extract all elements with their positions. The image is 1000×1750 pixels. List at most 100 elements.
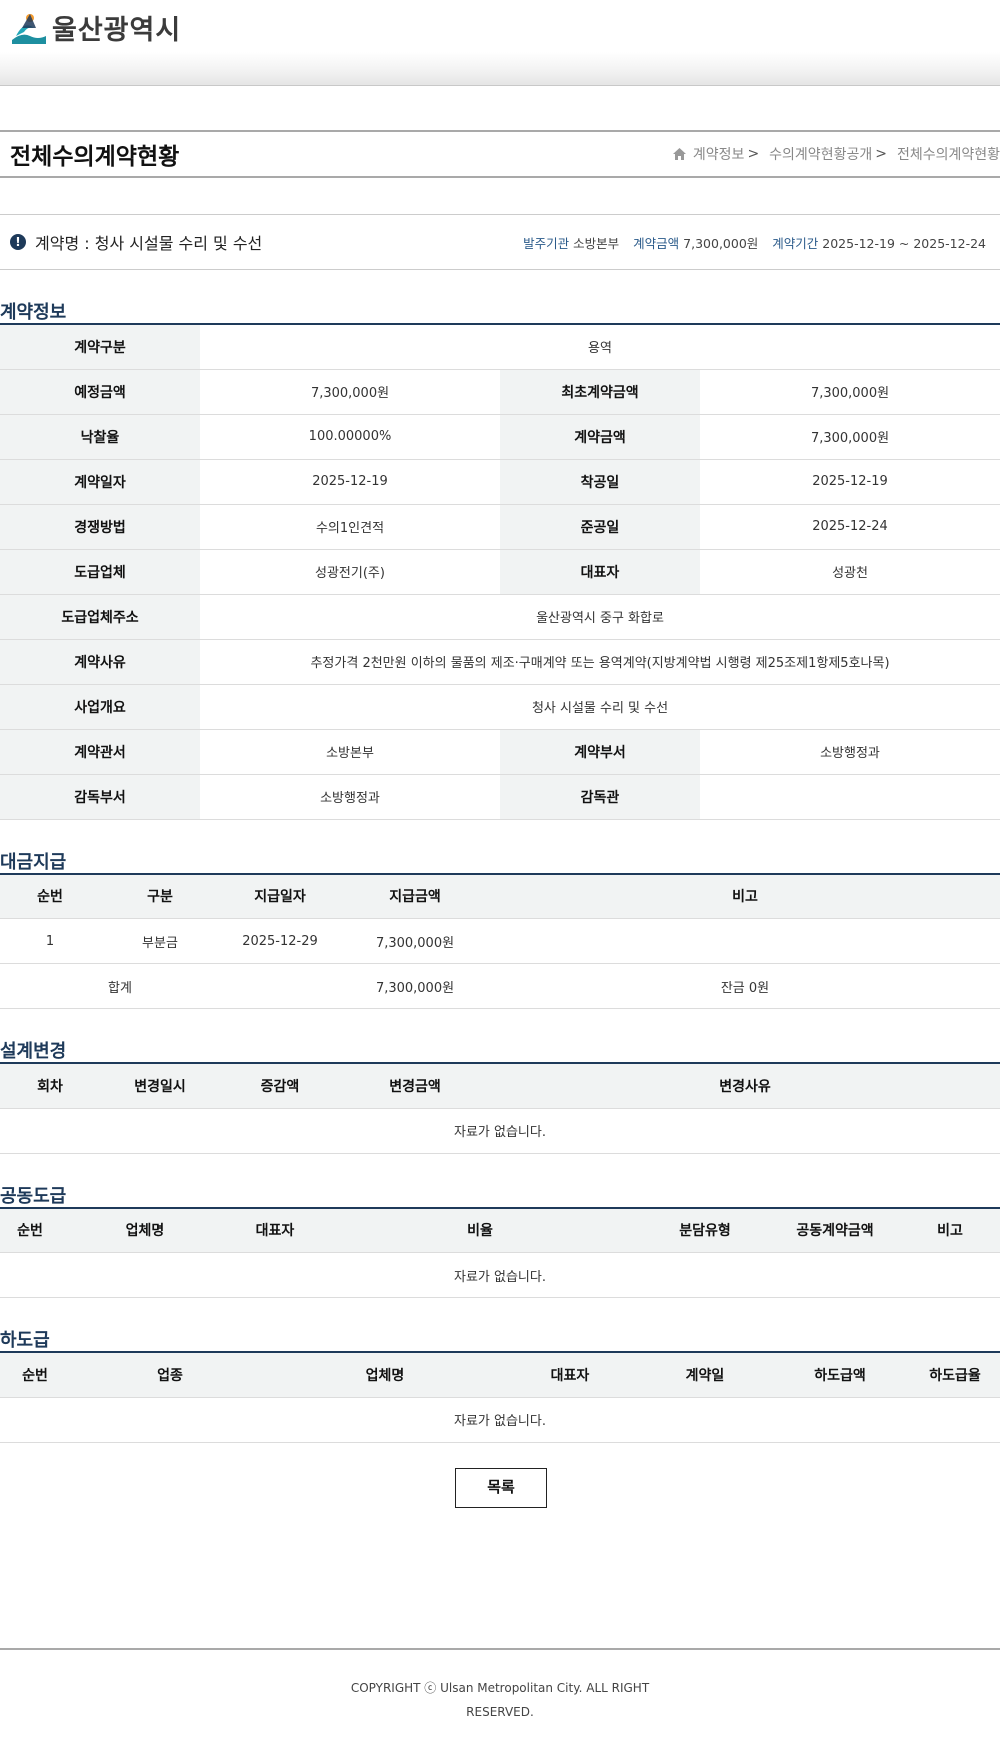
info-value: 7,300,000원 — [700, 369, 1000, 415]
breadcrumb-item-all-private-contract[interactable]: 전체수의계약현황 — [897, 144, 1000, 164]
info-value: 2025-12-19 — [200, 459, 500, 505]
column-header: 지급금액 — [340, 873, 490, 919]
info-label: 착공일 — [500, 459, 700, 505]
copyright-line-1: COPYRIGHT ⓒ Ulsan Metropolitan City. ALL… — [350, 1680, 650, 1695]
cell — [490, 918, 1000, 964]
table-header-row: 회차 변경일시 증감액 변경금액 변경사유 — [0, 1063, 1000, 1109]
section-title-payment: 대금지급 — [0, 851, 67, 873]
column-header: 변경일시 — [100, 1063, 220, 1109]
info-value: 소방행정과 — [200, 774, 500, 820]
total-row: 합계 7,300,000원 잔금 0원 — [0, 963, 1000, 1009]
column-header: 순번 — [0, 873, 100, 919]
total-label: 합계 — [0, 963, 340, 1009]
info-value: 7,300,000원 — [700, 414, 1000, 460]
info-value: 소방행정과 — [700, 729, 1000, 775]
table-header-row: 순번 구분 지급일자 지급금액 비고 — [0, 873, 1000, 919]
column-header: 변경사유 — [490, 1063, 1000, 1109]
column-header: 비고 — [900, 1207, 1000, 1253]
info-label: 도급업체주소 — [0, 594, 200, 640]
breadcrumb-separator: > — [875, 146, 887, 162]
info-value: 성광천 — [700, 549, 1000, 595]
table-row: 도급업체주소 울산광역시 중구 화합로 — [0, 594, 1000, 640]
table-row: 자료가 없습니다. — [0, 1397, 1000, 1443]
column-header: 회차 — [0, 1063, 100, 1109]
column-header: 업체명 — [60, 1207, 230, 1253]
contract-name: 계약명 : 청사 시설물 수리 및 수선 — [35, 234, 263, 253]
info-label: 계약일자 — [0, 459, 200, 505]
page-title: 전체수의계약현황 — [10, 144, 180, 170]
contract-summary: ! 계약명 : 청사 시설물 수리 및 수선 발주기관 소방본부 계약금액 7,… — [0, 214, 1000, 270]
site-header: 울산광역시 — [0, 0, 1000, 86]
amount-label: 계약금액 — [633, 235, 680, 251]
info-value: 소방본부 — [200, 729, 500, 775]
breadcrumb-item-private-contract[interactable]: 수의계약현황공개 — [769, 144, 872, 164]
table-row: 계약일자 2025-12-19 착공일 2025-12-19 — [0, 459, 1000, 505]
info-label: 예정금액 — [0, 369, 200, 415]
table-row: 1 부분금 2025-12-29 7,300,000원 — [0, 918, 1000, 964]
info-label: 경쟁방법 — [0, 504, 200, 550]
payment-table: 순번 구분 지급일자 지급금액 비고 1 부분금 2025-12-29 7,30… — [0, 872, 1000, 1009]
empty-message: 자료가 없습니다. — [0, 1397, 1000, 1443]
column-header: 업종 — [70, 1352, 270, 1398]
section-title-subcontract: 하도급 — [0, 1330, 50, 1351]
info-value: 용역 — [200, 324, 1000, 370]
info-label: 계약금액 — [500, 414, 700, 460]
info-label: 낙찰율 — [0, 414, 200, 460]
logo-text: 울산광역시 — [52, 15, 182, 46]
info-value: 2025-12-24 — [700, 504, 1000, 550]
empty-message: 자료가 없습니다. — [0, 1252, 1000, 1298]
empty-message: 자료가 없습니다. — [0, 1108, 1000, 1154]
info-label: 도급업체 — [0, 549, 200, 595]
column-header: 계약일 — [640, 1352, 770, 1398]
column-header: 업체명 — [270, 1352, 500, 1398]
info-value: 성광전기(주) — [200, 549, 500, 595]
contract-info-table: 계약구분 용역 예정금액 7,300,000원 최초계약금액 7,300,000… — [0, 323, 1000, 820]
site-logo[interactable]: 울산광역시 — [10, 8, 181, 47]
breadcrumb-item-contract-info[interactable]: 계약정보 — [693, 144, 745, 164]
ulsan-logo-icon — [12, 13, 46, 44]
section-title-contract-info: 계약정보 — [0, 302, 67, 323]
info-value: 울산광역시 중구 화합로 — [200, 594, 1000, 640]
home-icon[interactable] — [672, 147, 687, 161]
cell: 2025-12-29 — [220, 918, 340, 964]
info-value: 추정가격 2천만원 이하의 물품의 제조·구매계약 또는 용역계약(지방계약법 … — [200, 639, 1000, 685]
table-header-row: 순번 업종 업체명 대표자 계약일 하도급액 하도급율 — [0, 1352, 1000, 1398]
cell: 부분금 — [100, 918, 220, 964]
table-row: 도급업체 성광전기(주) 대표자 성광천 — [0, 549, 1000, 595]
total-amount: 7,300,000원 — [340, 963, 490, 1009]
amount-value: 7,300,000원 — [683, 235, 759, 251]
cell: 7,300,000원 — [340, 918, 490, 964]
footer: COPYRIGHT ⓒ Ulsan Metropolitan City. ALL… — [0, 1647, 1000, 1724]
period-label: 계약기간 — [772, 235, 819, 251]
table-row: 계약구분 용역 — [0, 324, 1000, 370]
table-row: 자료가 없습니다. — [0, 1252, 1000, 1298]
column-header: 지급일자 — [220, 873, 340, 919]
column-header: 순번 — [0, 1352, 70, 1398]
info-label: 사업개요 — [0, 684, 200, 730]
info-label: 감독관 — [500, 774, 700, 820]
info-value: 2025-12-19 — [700, 459, 1000, 505]
table-row: 예정금액 7,300,000원 최초계약금액 7,300,000원 — [0, 369, 1000, 415]
subcontract-table: 순번 업종 업체명 대표자 계약일 하도급액 하도급율 자료가 없습니다. — [0, 1351, 1000, 1443]
column-header: 하도급율 — [910, 1352, 1000, 1398]
design-change-table: 회차 변경일시 증감액 변경금액 변경사유 자료가 없습니다. — [0, 1062, 1000, 1154]
balance: 잔금 0원 — [490, 963, 1000, 1009]
list-button[interactable]: 목록 — [455, 1467, 547, 1508]
column-header: 변경금액 — [340, 1063, 490, 1109]
section-title-joint: 공동도급 — [0, 1185, 67, 1207]
period-value: 2025-12-19 ~ 2025-12-24 — [822, 235, 986, 251]
table-row: 경쟁방법 수의1인견적 준공일 2025-12-24 — [0, 504, 1000, 550]
copyright-line-2: RESERVED. — [466, 1704, 534, 1719]
info-label: 대표자 — [500, 549, 700, 595]
info-value: 청사 시설물 수리 및 수선 — [200, 684, 1000, 730]
section-title-design-change: 설계변경 — [0, 1041, 67, 1062]
info-label: 계약부서 — [500, 729, 700, 775]
page-title-bar: 전체수의계약현황 계약정보 > 수의계약현황공개 > 전체수의계약현황 — [0, 130, 1000, 178]
info-value: 100.00000% — [200, 414, 500, 460]
breadcrumb-separator: > — [747, 146, 760, 162]
column-header: 하도급액 — [770, 1352, 910, 1398]
info-label: 감독부서 — [0, 774, 200, 820]
column-header: 증감액 — [220, 1063, 340, 1109]
info-value: 7,300,000원 — [200, 369, 500, 415]
column-header: 순번 — [0, 1207, 60, 1253]
